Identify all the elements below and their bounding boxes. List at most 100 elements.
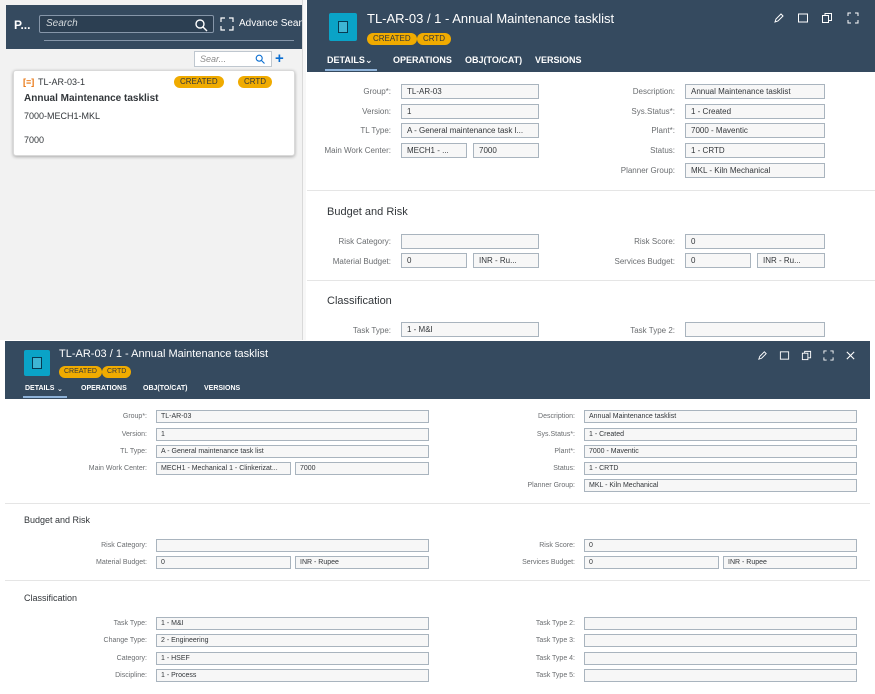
list-item[interactable]: [≡] TL-AR-03-1 CREATED CRTD Annual Maint… — [13, 70, 295, 156]
version-field[interactable]: 1 — [156, 428, 429, 441]
group-field[interactable]: TL-AR-03 — [156, 410, 429, 423]
list-item-subtitle: 7000-MECH1-MKL — [24, 111, 101, 121]
tab-obj-to-cat[interactable]: OBJ(TO/CAT) — [143, 385, 187, 392]
chevron-down-icon[interactable]: ⌄ — [365, 55, 373, 66]
services-currency-field[interactable]: INR - Rupee — [723, 556, 857, 569]
tab-versions[interactable]: VERSIONS — [535, 55, 582, 65]
task-type-label: Task Type: — [113, 620, 147, 627]
tl-type-field[interactable]: A - General maintenance task l... — [401, 123, 539, 138]
plant-label: Plant*: — [651, 126, 675, 135]
tl-type-field[interactable]: A - General maintenance task list — [156, 445, 429, 458]
tasklist-object-icon — [329, 13, 357, 41]
task-type-2-field[interactable] — [685, 322, 825, 337]
change-type-field[interactable]: 2 - Engineering — [156, 634, 429, 647]
task-type-field[interactable]: 1 - M&I — [401, 322, 539, 337]
planner-group-field[interactable]: MKL - Kiln Mechanical — [584, 479, 857, 492]
sys-status-label: Sys.Status*: — [536, 431, 575, 438]
task-type-2-label: Task Type 2: — [630, 326, 675, 335]
section-divider — [5, 580, 870, 581]
splitter[interactable] — [302, 0, 306, 340]
status-field[interactable]: 1 - CRTD — [584, 462, 857, 475]
object-title: TL-AR-03 / 1 - Annual Maintenance taskli… — [367, 11, 615, 26]
object-page-content: Group*: TL-AR-03 Version: 1 TL Type: A -… — [307, 72, 875, 340]
task-type-2-label: Task Type 2: — [535, 620, 575, 627]
search-icon[interactable] — [255, 54, 265, 64]
risk-category-label: Risk Category: — [338, 237, 391, 246]
task-type-2-field[interactable] — [584, 617, 857, 630]
material-budget-field[interactable]: 0 — [401, 253, 467, 268]
tab-details[interactable]: DETAILS — [25, 385, 54, 392]
risk-score-field[interactable]: 0 — [685, 234, 825, 249]
close-icon[interactable] — [845, 350, 856, 361]
task-type-5-field[interactable] — [584, 669, 857, 682]
exit-fullscreen-icon[interactable] — [823, 350, 834, 361]
services-budget-field[interactable]: 0 — [584, 556, 719, 569]
object-page-bottom: TL-AR-03 / 1 - Annual Maintenance taskli… — [5, 341, 870, 694]
sys-status-field[interactable]: 1 - Created — [685, 104, 825, 119]
risk-category-label: Risk Category: — [101, 542, 147, 549]
category-label: Category: — [116, 655, 147, 662]
tab-operations[interactable]: OPERATIONS — [393, 55, 452, 65]
task-type-3-field[interactable] — [584, 634, 857, 647]
add-button[interactable]: + — [275, 50, 284, 67]
tab-obj-to-cat[interactable]: OBJ(TO/CAT) — [465, 55, 522, 65]
description-field[interactable]: Annual Maintenance tasklist — [685, 84, 825, 99]
services-budget-field[interactable]: 0 — [685, 253, 751, 268]
search-icon[interactable] — [194, 18, 208, 32]
discipline-field[interactable]: 1 - Process — [156, 669, 429, 682]
fullscreen-icon[interactable] — [797, 12, 809, 24]
section-divider — [5, 503, 870, 504]
search-input[interactable]: Search — [39, 15, 214, 33]
exit-fullscreen-icon[interactable] — [847, 12, 859, 24]
tab-operations[interactable]: OPERATIONS — [81, 385, 127, 392]
task-type-field[interactable]: 1 - M&I — [156, 617, 429, 630]
main-work-center-plant-field[interactable]: 7000 — [473, 143, 539, 158]
version-field[interactable]: 1 — [401, 104, 539, 119]
tab-details[interactable]: DETAILS — [327, 55, 365, 65]
risk-score-label: Risk Score: — [539, 542, 575, 549]
status-field[interactable]: 1 - CRTD — [685, 143, 825, 158]
material-budget-label: Material Budget: — [96, 559, 147, 566]
task-type-label: Task Type: — [352, 326, 391, 335]
risk-category-field[interactable] — [156, 539, 429, 552]
status-badge-crtd: CRTD — [417, 33, 452, 45]
advance-search-link[interactable]: Advance Sean — [239, 18, 304, 29]
description-field[interactable]: Annual Maintenance tasklist — [584, 410, 857, 423]
services-currency-field[interactable]: INR - Ru... — [757, 253, 825, 268]
material-currency-field[interactable]: INR - Ru... — [473, 253, 539, 268]
main-work-center-field[interactable]: MECH1 - Mechanical 1 - Clinkerizat... — [156, 462, 291, 475]
filter-search-input[interactable]: Sear... — [194, 51, 272, 67]
planner-group-field[interactable]: MKL - Kiln Mechanical — [685, 163, 825, 178]
search-underline — [44, 40, 294, 41]
advance-search-icon[interactable] — [220, 17, 234, 31]
tasklist-icon: [≡] — [23, 77, 35, 87]
object-title: TL-AR-03 / 1 - Annual Maintenance taskli… — [59, 348, 269, 360]
main-work-center-field[interactable]: MECH1 - ... — [401, 143, 467, 158]
task-type-4-label: Task Type 4: — [535, 655, 575, 662]
risk-score-label: Risk Score: — [634, 237, 675, 246]
planner-group-label: Planner Group: — [620, 166, 675, 175]
copy-icon[interactable] — [801, 350, 812, 361]
copy-icon[interactable] — [821, 12, 833, 24]
chevron-down-icon[interactable]: ⌄ — [57, 385, 63, 393]
material-budget-field[interactable]: 0 — [156, 556, 291, 569]
edit-icon[interactable] — [773, 12, 785, 24]
risk-category-field[interactable] — [401, 234, 539, 249]
plant-field[interactable]: 7000 - Maventic — [584, 445, 857, 458]
plant-field[interactable]: 7000 - Maventic — [685, 123, 825, 138]
tab-selected-indicator — [23, 396, 67, 398]
group-field[interactable]: TL-AR-03 — [401, 84, 539, 99]
edit-icon[interactable] — [757, 350, 768, 361]
sys-status-field[interactable]: 1 - Created — [584, 428, 857, 441]
section-divider — [307, 280, 875, 281]
fullscreen-icon[interactable] — [779, 350, 790, 361]
main-work-center-plant-field[interactable]: 7000 — [295, 462, 429, 475]
category-field[interactable]: 1 - HSEF — [156, 652, 429, 665]
risk-score-field[interactable]: 0 — [584, 539, 857, 552]
task-type-4-field[interactable] — [584, 652, 857, 665]
group-label: Group*: — [122, 413, 147, 420]
tab-versions[interactable]: VERSIONS — [204, 385, 240, 392]
material-currency-field[interactable]: INR - Rupee — [295, 556, 429, 569]
list-header: P... Search Advance Sean — [6, 5, 304, 49]
main-work-center-label: Main Work Center: — [324, 146, 391, 155]
